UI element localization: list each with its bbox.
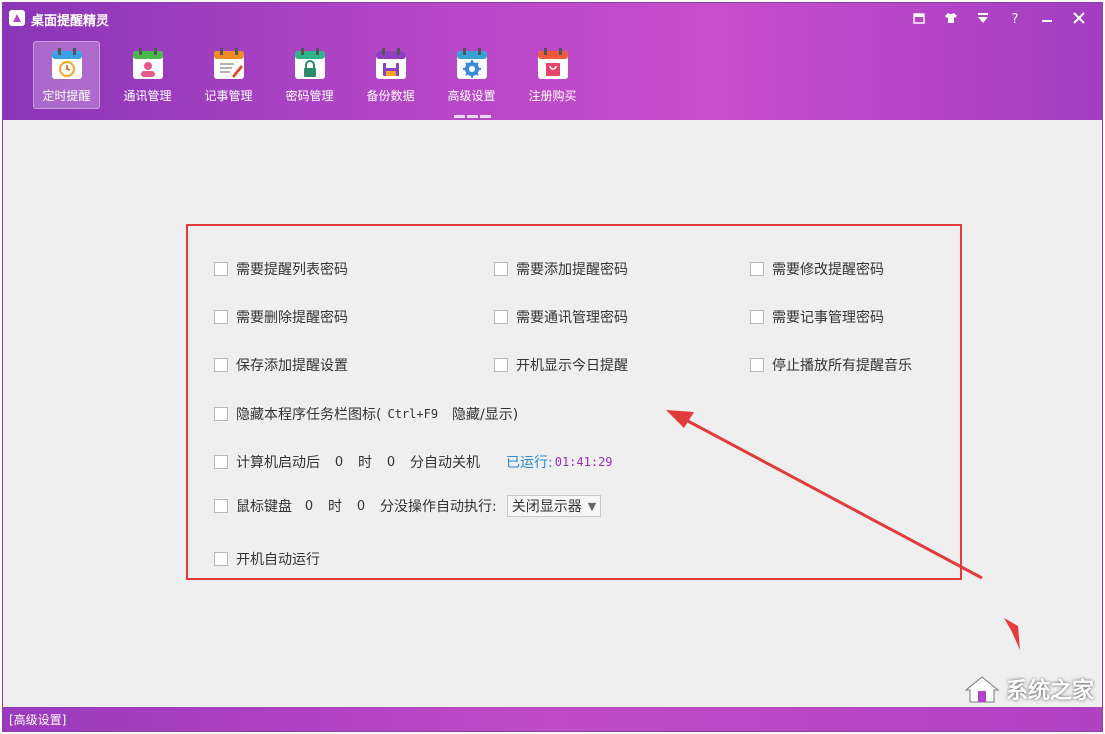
cart-icon	[537, 48, 568, 79]
hour-unit: 时	[358, 455, 372, 471]
tool-backup[interactable]: 备份数据	[357, 41, 424, 109]
tool-label: 密码管理	[285, 89, 334, 103]
checkbox[interactable]	[750, 358, 764, 372]
tool-timed-reminder[interactable]: 定时提醒	[33, 41, 100, 109]
checkbox[interactable]	[494, 358, 508, 372]
option-stop-all-music[interactable]: 停止播放所有提醒音乐	[750, 355, 912, 375]
notepad-icon	[213, 48, 244, 79]
option-label: 开机自动运行	[236, 552, 320, 568]
option-delete-password[interactable]: 需要删除提醒密码	[214, 307, 348, 327]
checkbox[interactable]	[214, 455, 228, 469]
option-save-add-settings[interactable]: 保存添加提醒设置	[214, 355, 348, 375]
tool-label: 定时提醒	[42, 89, 91, 103]
checkbox[interactable]	[750, 262, 764, 276]
option-label-suffix: 分自动关机	[410, 455, 480, 471]
option-list-password[interactable]: 需要提醒列表密码	[214, 259, 348, 279]
option-label: 开机显示今日提醒	[516, 358, 628, 374]
app-logo-icon	[9, 10, 25, 26]
checkbox[interactable]	[214, 262, 228, 276]
selected-tab-indicator	[454, 115, 491, 118]
tool-contacts[interactable]: 通讯管理	[114, 41, 181, 109]
tool-label: 高级设置	[447, 89, 496, 103]
checkbox[interactable]	[214, 358, 228, 372]
settings-highlight-box: 需要提醒列表密码 需要添加提醒密码 需要修改提醒密码 需要删除提醒密码 需要通讯…	[186, 224, 962, 580]
option-label: 保存添加提醒设置	[236, 358, 348, 374]
header: 桌面提醒精灵 ? 定时提醒 通讯管理 记事管理 密码管理 备份数据 高级设置 注…	[3, 3, 1102, 120]
tool-label: 注册购买	[528, 89, 577, 103]
main-toolbar: 定时提醒 通讯管理 记事管理 密码管理 备份数据 高级设置 注册购买	[33, 41, 586, 117]
app-window: 桌面提醒精灵 ? 定时提醒 通讯管理 记事管理 密码管理 备份数据 高级设置 注…	[2, 2, 1103, 732]
checkbox[interactable]	[494, 262, 508, 276]
watermark-text: 系统之家	[1005, 679, 1094, 704]
checkbox[interactable]	[214, 552, 228, 566]
house-logo-icon	[964, 676, 1000, 703]
help-icon[interactable]: ?	[1002, 7, 1028, 29]
checkbox[interactable]	[214, 499, 228, 513]
tool-label: 记事管理	[204, 89, 253, 103]
hotkey-label: Ctrl+F9	[387, 407, 439, 421]
checkbox[interactable]	[494, 310, 508, 324]
watermark: 系统之家	[964, 673, 1094, 705]
window-controls: ?	[906, 7, 1092, 29]
checkbox[interactable]	[750, 310, 764, 324]
tool-register-buy[interactable]: 注册购买	[519, 41, 586, 109]
tool-passwords[interactable]: 密码管理	[276, 41, 343, 109]
option-show-today-on-boot[interactable]: 开机显示今日提醒	[494, 355, 628, 375]
close-icon[interactable]	[1066, 7, 1092, 29]
running-label: 已运行:	[506, 455, 553, 471]
tool-label: 备份数据	[366, 89, 415, 103]
shutdown-minutes-input[interactable]: 0	[382, 455, 400, 470]
chevron-down-icon: ▼	[587, 499, 597, 513]
contacts-icon	[132, 48, 163, 79]
minimize-icon[interactable]	[1034, 7, 1060, 29]
tool-label: 通讯管理	[123, 89, 172, 103]
option-label: 需要删除提醒密码	[236, 310, 348, 326]
tool-advanced-settings[interactable]: 高级设置	[438, 41, 505, 109]
option-label: 停止播放所有提醒音乐	[772, 358, 912, 374]
option-label: 鼠标键盘	[236, 499, 292, 515]
status-current-page: [高级设置]	[9, 713, 67, 727]
option-auto-start[interactable]: 开机自动运行	[214, 549, 320, 569]
option-idle-action[interactable]: 鼠标键盘 0 时 0 分没操作自动执行: 关闭显示器 ▼	[214, 495, 602, 517]
title-bar: 桌面提醒精灵 ?	[3, 3, 1102, 33]
hour-unit: 时	[328, 499, 342, 515]
tool-notes[interactable]: 记事管理	[195, 41, 262, 109]
running-time: 01:41:29	[554, 455, 613, 469]
option-notes-password[interactable]: 需要记事管理密码	[750, 307, 884, 327]
svg-text:?: ?	[1012, 12, 1019, 25]
option-label: 需要提醒列表密码	[236, 262, 348, 278]
menu-dropdown-icon[interactable]	[970, 7, 996, 29]
lock-icon	[294, 48, 325, 79]
option-label: 需要记事管理密码	[772, 310, 884, 326]
idle-minutes-input[interactable]: 0	[352, 499, 370, 514]
option-label: 计算机启动后	[236, 455, 320, 471]
clock-calendar-icon	[51, 48, 82, 79]
checkbox[interactable]	[214, 407, 228, 421]
option-edit-password[interactable]: 需要修改提醒密码	[750, 259, 884, 279]
idle-hours-input[interactable]: 0	[300, 499, 318, 514]
option-hide-taskbar-icon[interactable]: 隐藏本程序任务栏图标( Ctrl+F9 隐藏/显示)	[214, 404, 518, 424]
skin-shirt-icon[interactable]	[938, 7, 964, 29]
option-label: 需要添加提醒密码	[516, 262, 628, 278]
option-label-suffix: 分没操作自动执行:	[380, 499, 497, 515]
option-contacts-password[interactable]: 需要通讯管理密码	[494, 307, 628, 327]
option-label-suffix: 隐藏/显示)	[452, 407, 519, 423]
option-label: 需要通讯管理密码	[516, 310, 628, 326]
option-label: 需要修改提醒密码	[772, 262, 884, 278]
backup-icon	[375, 48, 406, 79]
select-value: 关闭显示器	[511, 499, 582, 515]
option-label: 隐藏本程序任务栏图标(	[236, 407, 382, 423]
option-auto-shutdown[interactable]: 计算机启动后 0 时 0 分自动关机 已运行: 01:41:29	[214, 452, 613, 472]
gear-icon	[456, 48, 487, 79]
calendar-icon[interactable]	[906, 7, 932, 29]
option-add-password[interactable]: 需要添加提醒密码	[494, 259, 628, 279]
shutdown-hours-input[interactable]: 0	[330, 455, 348, 470]
idle-action-select[interactable]: 关闭显示器 ▼	[506, 495, 602, 517]
checkbox[interactable]	[214, 310, 228, 324]
app-title: 桌面提醒精灵	[31, 14, 110, 29]
status-bar: [高级设置]	[3, 707, 1102, 731]
